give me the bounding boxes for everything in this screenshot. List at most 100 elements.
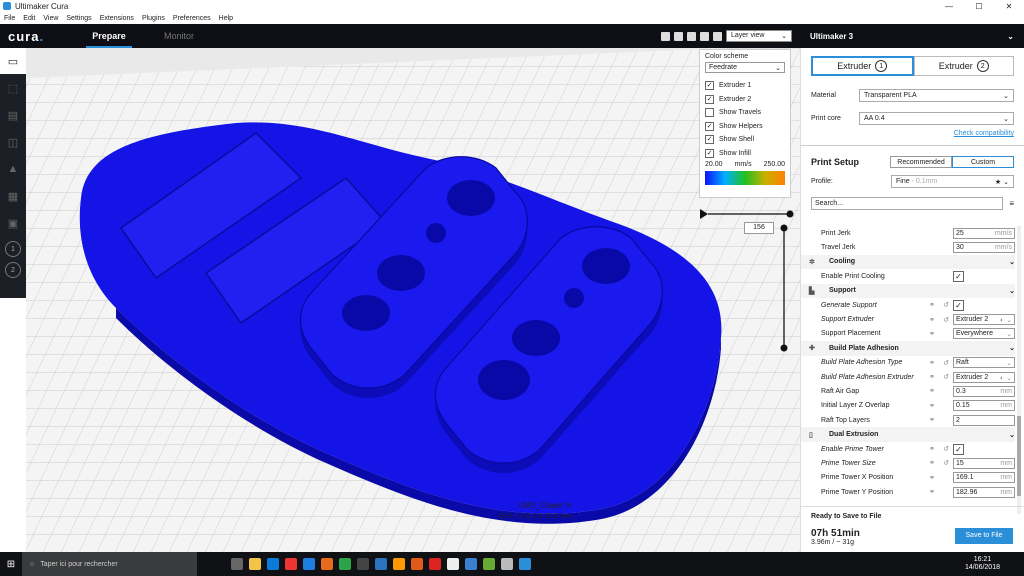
setting-checkbox[interactable]: ✓ <box>953 299 964 311</box>
checkbox-extruder-1[interactable]: ✓ Extruder 1 <box>705 79 785 93</box>
save-to-file-button[interactable]: Save to File <box>955 528 1013 544</box>
reset-icon[interactable]: ↺ <box>939 301 953 309</box>
link-icon[interactable]: ⚭ <box>925 373 939 381</box>
link-icon[interactable]: ⚭ <box>925 330 939 338</box>
setting-checkbox[interactable]: ✓ <box>953 270 964 282</box>
profile-select[interactable]: Fine - 0.1mm ★ ⌄ <box>891 175 1014 188</box>
app-icon-1[interactable] <box>303 558 315 570</box>
app-icon-6[interactable] <box>447 558 459 570</box>
printer-selector[interactable]: Ultimaker 3 ⌄ <box>800 24 1024 48</box>
app-icon-2[interactable] <box>321 558 333 570</box>
layer-slider-bottom-handle[interactable] <box>780 344 788 352</box>
support-blocker-icon[interactable]: ▣ <box>0 210 26 236</box>
category-support[interactable]: ▙ Support ⌄ <box>801 283 1015 298</box>
settings-scrollbar[interactable] <box>1017 226 1021 514</box>
explorer-icon[interactable] <box>249 558 261 570</box>
link-icon[interactable]: ⚭ <box>925 402 939 410</box>
menu-extensions[interactable]: Extensions <box>100 15 134 22</box>
reset-icon[interactable]: ↺ <box>939 373 953 381</box>
menu-help[interactable]: Help <box>219 15 233 22</box>
view-right-icon[interactable] <box>713 31 722 41</box>
category-build-plate-adhesion[interactable]: ✚ Build Plate Adhesion ⌄ <box>801 341 1015 356</box>
link-icon[interactable]: ⚭ <box>925 387 939 395</box>
minimize-button[interactable]: — <box>934 2 964 11</box>
setting-value-input[interactable]: Extruder 2 ◐ ⌄ <box>953 314 1015 326</box>
setting-value-input[interactable]: 169.1 mm <box>953 472 1015 484</box>
layer-slider-top-handle[interactable] <box>780 224 788 232</box>
reset-icon[interactable]: ↺ <box>939 459 953 467</box>
extruder-2-button[interactable]: 2 <box>5 262 21 278</box>
view-front-icon[interactable] <box>674 31 683 41</box>
link-icon[interactable]: ⚭ <box>925 488 939 496</box>
link-icon[interactable]: ⚭ <box>925 445 939 453</box>
setting-value-input[interactable]: 15 mm <box>953 457 1015 469</box>
category-dual-extrusion[interactable]: ▯ Dual Extrusion ⌄ <box>801 427 1015 442</box>
menu-plugins[interactable]: Plugins <box>142 15 165 22</box>
per-model-settings-icon[interactable]: ▦ <box>0 183 26 209</box>
link-icon[interactable]: ⚭ <box>925 316 939 324</box>
opera-icon[interactable] <box>285 558 297 570</box>
view-left-icon[interactable] <box>700 31 709 41</box>
settings-search-input[interactable]: Search... <box>811 197 1004 210</box>
rotate-tool-icon[interactable]: ◫ <box>0 129 26 155</box>
app-icon-4[interactable] <box>375 558 387 570</box>
reset-icon[interactable]: ↺ <box>939 445 953 453</box>
color-scheme-select[interactable]: Feedrate ⌄ <box>705 62 785 73</box>
edit-icon[interactable]: ✎ <box>565 501 572 510</box>
illustrator-icon[interactable] <box>393 558 405 570</box>
maximize-button[interactable]: ☐ <box>964 2 994 11</box>
chrome-icon[interactable] <box>339 558 351 570</box>
cura-taskbar-icon[interactable] <box>519 558 531 570</box>
setting-checkbox[interactable]: ✓ <box>953 443 964 455</box>
tab-monitor[interactable]: Monitor <box>144 24 214 48</box>
link-icon[interactable]: ⚭ <box>925 301 939 309</box>
extruder-1-button[interactable]: 1 <box>5 241 21 257</box>
checkbox-extruder-2[interactable]: ✓ Extruder 2 <box>705 93 785 107</box>
close-button[interactable]: ✕ <box>994 2 1024 11</box>
clock[interactable]: 16:21 14/06/2018 <box>965 556 1000 572</box>
setting-value-input[interactable]: Everywhere ⌄ <box>953 328 1015 340</box>
app-icon-7[interactable] <box>483 558 495 570</box>
view-3d-icon[interactable] <box>661 31 670 41</box>
edge-icon[interactable] <box>267 558 279 570</box>
view-mode-select[interactable]: Layer view ⌄ <box>726 30 792 42</box>
setting-value-input[interactable]: 182.96 mm <box>953 486 1015 498</box>
category-cooling[interactable]: ✲ Cooling ⌄ <box>801 254 1015 270</box>
setting-value-input[interactable]: Extruder 2 ◐ ⌄ <box>953 371 1015 383</box>
checkbox-show-helpers[interactable]: ✓ Show Helpers <box>705 120 785 134</box>
photoshop-icon[interactable] <box>465 558 477 570</box>
setting-value-input[interactable]: Raft ⌄ <box>953 357 1015 369</box>
taskbar-search[interactable]: ○ Taper ici pour rechercher <box>22 552 197 576</box>
link-icon[interactable]: ⚭ <box>925 416 939 424</box>
app-icon-5[interactable] <box>411 558 423 570</box>
windows-start-icon[interactable]: ⊞ <box>0 552 22 576</box>
reset-icon[interactable]: ↺ <box>939 359 953 367</box>
link-icon[interactable]: ⚭ <box>925 474 939 482</box>
app-icon-8[interactable] <box>501 558 513 570</box>
checkbox-show-travels[interactable]: Show Travels <box>705 106 785 120</box>
scale-tool-icon[interactable]: ▤ <box>0 102 26 128</box>
recommended-mode-button[interactable]: Recommended <box>890 156 952 168</box>
menu-preferences[interactable]: Preferences <box>173 15 211 22</box>
checkbox-show-shell[interactable]: ✓ Show Shell <box>705 133 785 147</box>
app-icon-3[interactable] <box>357 558 369 570</box>
menu-edit[interactable]: Edit <box>23 15 35 22</box>
mirror-tool-icon[interactable]: ▲ <box>0 156 26 182</box>
setting-value-input[interactable]: 0.15 mm <box>953 400 1015 412</box>
extruder-2-tab[interactable]: Extruder 2 <box>913 56 1014 76</box>
netflix-icon[interactable] <box>429 558 441 570</box>
reset-icon[interactable]: ↺ <box>939 316 953 324</box>
menu-file[interactable]: File <box>4 15 15 22</box>
link-icon[interactable]: ⚭ <box>925 459 939 467</box>
material-select[interactable]: Transparent PLA ⌄ <box>859 89 1014 102</box>
open-file-icon[interactable]: ▭ <box>0 48 26 74</box>
view-top-icon[interactable] <box>687 31 696 41</box>
setting-value-input[interactable]: 25 mm/s <box>953 227 1015 239</box>
move-tool-icon[interactable]: ⬚ <box>0 75 26 101</box>
task-view-icon[interactable] <box>231 558 243 570</box>
path-slider-handle[interactable] <box>786 210 794 218</box>
menu-settings[interactable]: Settings <box>66 15 91 22</box>
setting-value-input[interactable]: 2 <box>953 414 1015 426</box>
settings-menu-icon[interactable]: ≡ <box>1009 199 1014 208</box>
extruder-1-tab[interactable]: Extruder 1 <box>811 56 914 76</box>
